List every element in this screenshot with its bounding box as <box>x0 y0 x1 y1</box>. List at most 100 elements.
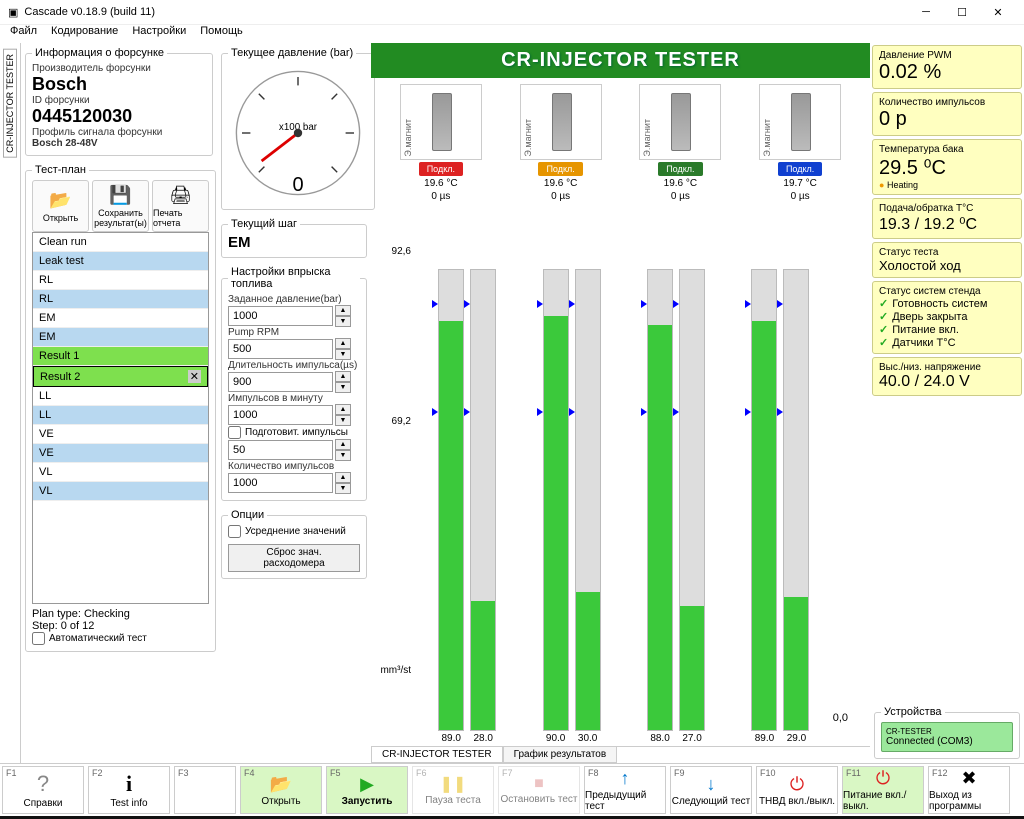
f2-button[interactable]: F2iTest info <box>88 766 170 814</box>
test-item[interactable]: VL <box>33 482 208 501</box>
connect-button[interactable]: Подкл. <box>419 162 463 176</box>
bar <box>470 269 496 731</box>
test-item[interactable]: RL <box>33 290 208 309</box>
f10-button[interactable]: F10⏻ТНВД вкл./выкл. <box>756 766 838 814</box>
fkey-bar: F1?Справки F2iTest info F3 F4📂Открыть F5… <box>0 763 1024 816</box>
menu-file[interactable]: Файл <box>10 25 37 43</box>
reset-flowmeter-button[interactable]: Сброс знач. расходомера <box>228 544 360 572</box>
pause-icon: ❚❚ <box>440 774 467 794</box>
f12-button[interactable]: F12✖Выход из программы <box>928 766 1010 814</box>
f8-button[interactable]: F8↑Предыдущий тест <box>584 766 666 814</box>
bar-group: 89.029.0 <box>751 206 809 744</box>
ipm-input[interactable] <box>228 405 333 425</box>
devices: Устройства CR-TESTERConnected (COM3) <box>874 706 1020 759</box>
bar <box>679 269 705 731</box>
test-item[interactable]: LL <box>33 387 208 406</box>
injector-id: 0445120030 <box>32 106 206 127</box>
f3-button[interactable]: F3 <box>174 766 236 814</box>
vertical-tab[interactable]: CR-INJECTOR TESTER <box>0 43 21 763</box>
test-item[interactable]: EM <box>33 309 208 328</box>
bar <box>575 269 601 731</box>
options: Опции Усреднение значений Сброс знач. ра… <box>221 509 367 579</box>
connect-button[interactable]: Подкл. <box>538 162 582 176</box>
bar <box>543 269 569 731</box>
center-pane: CR-INJECTOR TESTER Э.магнитПодкл.19.6 °C… <box>371 43 870 763</box>
bar-group: 89.028.0 <box>438 206 496 744</box>
f11-button[interactable]: F11⏻Питание вкл./выкл. <box>842 766 924 814</box>
voltage-card: Выс./низ. напряжение40.0 / 24.0 V <box>872 357 1022 396</box>
tab-tester[interactable]: CR-INJECTOR TESTER <box>371 747 503 763</box>
maximize-button[interactable]: ☐ <box>944 2 980 22</box>
exit-icon: ✖ <box>961 768 976 789</box>
save-icon: 💾 <box>109 185 131 206</box>
f5-button[interactable]: F5▶Запустить <box>326 766 408 814</box>
play-icon: ▶ <box>360 774 374 795</box>
y-axis-label: mm³/st <box>377 665 411 676</box>
power-icon: ⏻ <box>790 774 804 795</box>
test-item[interactable]: Leak test <box>33 252 208 271</box>
nozzle-icon <box>671 93 691 151</box>
test-item[interactable]: VE <box>33 425 208 444</box>
connect-button[interactable]: Подкл. <box>658 162 702 176</box>
test-plan: Тест-план 📂Открыть 💾Сохранить результат(… <box>25 164 216 652</box>
titlebar: ▣ Cascade v0.18.9 (build 11) ─ ☐ ✕ <box>0 0 1024 25</box>
bar-group: 88.027.0 <box>647 206 705 744</box>
current-step: Текущий шаг EM <box>221 218 367 258</box>
test-item[interactable]: VL <box>33 463 208 482</box>
tab-graph[interactable]: График результатов <box>503 747 618 763</box>
injector-maker: Bosch <box>32 74 206 95</box>
prep-input[interactable] <box>228 440 333 460</box>
stop-icon: ■ <box>534 775 544 793</box>
f7-button[interactable]: F7■Остановить тест <box>498 766 580 814</box>
test-item[interactable]: EM <box>33 328 208 347</box>
bar <box>647 269 673 731</box>
pressure-gauge: Текущее давление (bar) x100 bar 0 <box>221 47 375 210</box>
prep-checkbox[interactable]: Подготовит. импульсы <box>228 426 360 439</box>
f9-button[interactable]: F9↓Следующий тест <box>670 766 752 814</box>
f6-button[interactable]: F6❚❚Пауза теста <box>412 766 494 814</box>
bar <box>438 269 464 731</box>
menubar: Файл Кодирование Настройки Помощь <box>0 25 1024 43</box>
supply-return-card: Подача/обратка T°С19.3 / 19.2 ⁰C <box>872 198 1022 239</box>
bar <box>751 269 777 731</box>
avg-checkbox[interactable]: Усреднение значений <box>228 525 360 538</box>
duration-input[interactable] <box>228 372 333 392</box>
folder-open-icon: 📂 <box>270 774 292 795</box>
pressure-input[interactable] <box>228 306 333 326</box>
rpm-input[interactable] <box>228 339 333 359</box>
close-button[interactable]: ✕ <box>980 2 1016 22</box>
test-item[interactable]: Result 1 <box>33 347 208 366</box>
auto-test-checkbox[interactable]: Автоматический тест <box>32 632 209 645</box>
arrow-down-icon: ↓ <box>707 774 716 795</box>
test-item[interactable]: Clean run <box>33 233 208 252</box>
test-list[interactable]: Clean runLeak testRLRLEMEMResult 1Result… <box>32 232 209 604</box>
pulse-card: Количество импульсов0 p <box>872 92 1022 136</box>
connect-button[interactable]: Подкл. <box>778 162 822 176</box>
f1-button[interactable]: F1?Справки <box>2 766 84 814</box>
folder-open-icon: 📂 <box>49 190 71 211</box>
injector: Э.магнитПодкл.19.6 °C0 µs <box>516 84 606 202</box>
test-item[interactable]: RL <box>33 271 208 290</box>
menu-coding[interactable]: Кодирование <box>51 25 118 43</box>
test-item[interactable]: LL <box>33 406 208 425</box>
bar <box>783 269 809 731</box>
window-title: Cascade v0.18.9 (build 11) <box>24 6 908 18</box>
arrow-up-icon: ↑ <box>621 768 630 789</box>
close-icon[interactable]: ✕ <box>188 370 201 383</box>
f4-button[interactable]: F4📂Открыть <box>240 766 322 814</box>
menu-help[interactable]: Помощь <box>200 25 243 43</box>
test-item[interactable]: VE <box>33 444 208 463</box>
system-status-card: Статус систем стенда Готовность систем Д… <box>872 281 1022 354</box>
count-input[interactable] <box>228 473 333 493</box>
save-results-button[interactable]: 💾Сохранить результат(ы) <box>92 180 149 232</box>
minimize-button[interactable]: ─ <box>908 2 944 22</box>
print-report-button[interactable]: 🖨Печать отчета <box>152 180 209 232</box>
test-item[interactable]: Result 2✕ <box>33 366 208 387</box>
printer-icon: 🖨 <box>169 185 192 206</box>
injection-settings: Настройки впрыска топлива Заданное давле… <box>221 266 367 501</box>
open-button[interactable]: 📂Открыть <box>32 180 89 232</box>
nozzle-icon <box>552 93 572 151</box>
pwm-card: Давление PWM0.02 % <box>872 45 1022 89</box>
device-status[interactable]: CR-TESTERConnected (COM3) <box>881 722 1013 752</box>
menu-settings[interactable]: Настройки <box>132 25 186 43</box>
